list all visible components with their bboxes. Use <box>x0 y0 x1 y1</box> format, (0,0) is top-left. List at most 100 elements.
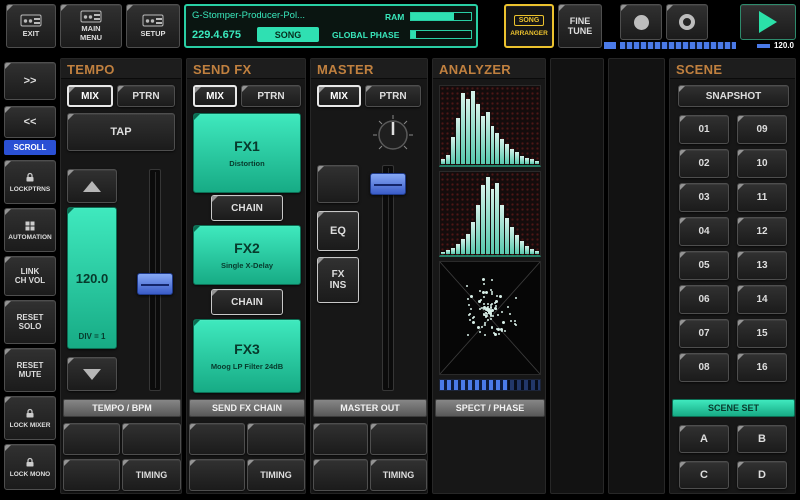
scroll-right-button[interactable]: >> <box>4 62 56 100</box>
automation-label: AUTOMATION <box>8 234 51 241</box>
master-fader-handle[interactable] <box>370 173 406 195</box>
master-timing-button[interactable]: TIMING <box>370 459 427 491</box>
master-tab-ptrn[interactable]: PTRN <box>365 85 421 107</box>
main-menu-button[interactable]: MAIN MENU <box>60 4 122 48</box>
scene-slot-06[interactable]: 06 <box>679 285 729 314</box>
scene-slot-03[interactable]: 03 <box>679 183 729 212</box>
tempo-value-display[interactable]: 120.0 DIV = 1 <box>67 207 117 349</box>
fx2-button[interactable]: FX2 Single X-Delay <box>193 225 301 285</box>
position-bar <box>620 42 736 49</box>
chain2-button[interactable]: CHAIN <box>211 289 283 315</box>
phase-scope <box>439 261 541 375</box>
pad-cell[interactable] <box>313 423 368 455</box>
pad-cell[interactable] <box>63 459 120 491</box>
transport-bpm: 120.0 <box>774 41 794 50</box>
pad-cell[interactable] <box>317 165 359 203</box>
master-footer-label: MASTER OUT <box>313 399 427 417</box>
scene-slot-16[interactable]: 16 <box>737 353 787 382</box>
scene-slot-04[interactable]: 04 <box>679 217 729 246</box>
scroll-left-button[interactable]: << <box>4 106 56 138</box>
lock-patterns-button[interactable]: LOCKPTRNS <box>4 160 56 204</box>
reset-solo-label: RESET SOLO <box>17 313 44 331</box>
transport-record-button[interactable] <box>620 4 662 40</box>
lock-icon <box>24 457 36 469</box>
scene-slot-01[interactable]: 01 <box>679 115 729 144</box>
chain1-button[interactable]: CHAIN <box>211 195 283 221</box>
analyzer-footer-label: SPECT / PHASE <box>435 399 545 417</box>
scene-slot-09[interactable]: 09 <box>737 115 787 144</box>
setup-label: SETUP <box>140 29 165 38</box>
setup-button[interactable]: SETUP <box>126 4 180 48</box>
pad-cell[interactable] <box>313 459 368 491</box>
pad-cell[interactable] <box>370 423 427 455</box>
exit-label: EXIT <box>23 29 40 38</box>
analyzer-panel: ANALYZER SPECT / PHASE <box>432 58 546 494</box>
pad-cell[interactable] <box>122 423 181 455</box>
scene-variant-b[interactable]: B <box>737 425 787 453</box>
fine-tune-button[interactable]: FINE TUNE <box>558 4 602 48</box>
scene-variant-d[interactable]: D <box>737 461 787 489</box>
play-button[interactable] <box>740 4 796 40</box>
reset-solo-button[interactable]: RESET SOLO <box>4 300 56 344</box>
sendfx-panel-title: SEND FX <box>193 62 251 77</box>
master-tab-mix[interactable]: MIX <box>317 85 361 107</box>
scene-slot-02[interactable]: 02 <box>679 149 729 178</box>
tempo-fader-handle[interactable] <box>137 273 173 295</box>
scene-slot-14[interactable]: 14 <box>737 285 787 314</box>
eq-button[interactable]: EQ <box>317 211 359 251</box>
tempo-timing-button[interactable]: TIMING <box>122 459 181 491</box>
song-mode-badge[interactable]: SONG <box>257 27 319 42</box>
snapshot-button[interactable]: SNAPSHOT <box>678 85 789 107</box>
fx1-button[interactable]: FX1 Distortion <box>193 113 301 193</box>
scene-variant-c[interactable]: C <box>679 461 729 489</box>
pad-cell[interactable] <box>247 423 305 455</box>
scene-slot-15[interactable]: 15 <box>737 319 787 348</box>
song-arranger-button[interactable]: SONG ARRANGER <box>504 4 554 48</box>
lock-mono-button[interactable]: LOCK MONO <box>4 444 56 490</box>
master-knob[interactable] <box>369 109 417 157</box>
scene-slot-12[interactable]: 12 <box>737 217 787 246</box>
tempo-up-button[interactable] <box>67 169 117 203</box>
master-fader[interactable] <box>365 165 411 391</box>
tap-button[interactable]: TAP <box>67 113 175 151</box>
song-arranger-song-label: SONG <box>514 15 545 26</box>
scene-variant-a[interactable]: A <box>679 425 729 453</box>
scene-slot-10[interactable]: 10 <box>737 149 787 178</box>
exit-icon <box>20 14 42 27</box>
fx3-button[interactable]: FX3 Moog LP Filter 24dB <box>193 319 301 393</box>
lock-mixer-button[interactable]: LOCK MIXER <box>4 396 56 440</box>
scene-slot-07[interactable]: 07 <box>679 319 729 348</box>
tempo-footer-label: TEMPO / BPM <box>63 399 181 417</box>
sendfx-timing-button[interactable]: TIMING <box>247 459 305 491</box>
record-icon <box>634 15 649 30</box>
master-fader-track[interactable] <box>382 165 394 391</box>
tempo-down-button[interactable] <box>67 357 117 391</box>
link-ch-vol-button[interactable]: LINK CH VOL <box>4 256 56 296</box>
fx-ins-button[interactable]: FX INS <box>317 257 359 303</box>
transport-loop-button[interactable] <box>666 4 708 40</box>
scene-slot-13[interactable]: 13 <box>737 251 787 280</box>
tempo-fader[interactable] <box>133 169 177 391</box>
tempo-tab-ptrn[interactable]: PTRN <box>117 85 175 107</box>
song-position: 229.4.675 <box>192 29 241 41</box>
pad-cell[interactable] <box>189 423 245 455</box>
scene-slot-05[interactable]: 05 <box>679 251 729 280</box>
scroll-right-label: >> <box>24 75 37 87</box>
automation-button[interactable]: AUTOMATION <box>4 208 56 252</box>
sendfx-tab-ptrn[interactable]: PTRN <box>241 85 301 107</box>
exit-button[interactable]: EXIT <box>6 4 56 48</box>
sendfx-footer-label: SEND FX CHAIN <box>189 399 305 417</box>
pad-cell[interactable] <box>63 423 120 455</box>
arrow-down-icon <box>83 369 101 380</box>
master-panel-title: MASTER <box>317 62 374 77</box>
tempo-tab-mix[interactable]: MIX <box>67 85 113 107</box>
tempo-value: 120.0 <box>76 271 109 286</box>
scene-slot-11[interactable]: 11 <box>737 183 787 212</box>
empty-panel-2 <box>608 58 665 494</box>
reset-mute-label: RESET MUTE <box>17 361 44 379</box>
reset-mute-button[interactable]: RESET MUTE <box>4 348 56 392</box>
scene-slot-08[interactable]: 08 <box>679 353 729 382</box>
sendfx-tab-mix[interactable]: MIX <box>193 85 237 107</box>
song-arranger-arranger-label: ARRANGER <box>510 30 548 37</box>
pad-cell[interactable] <box>189 459 245 491</box>
